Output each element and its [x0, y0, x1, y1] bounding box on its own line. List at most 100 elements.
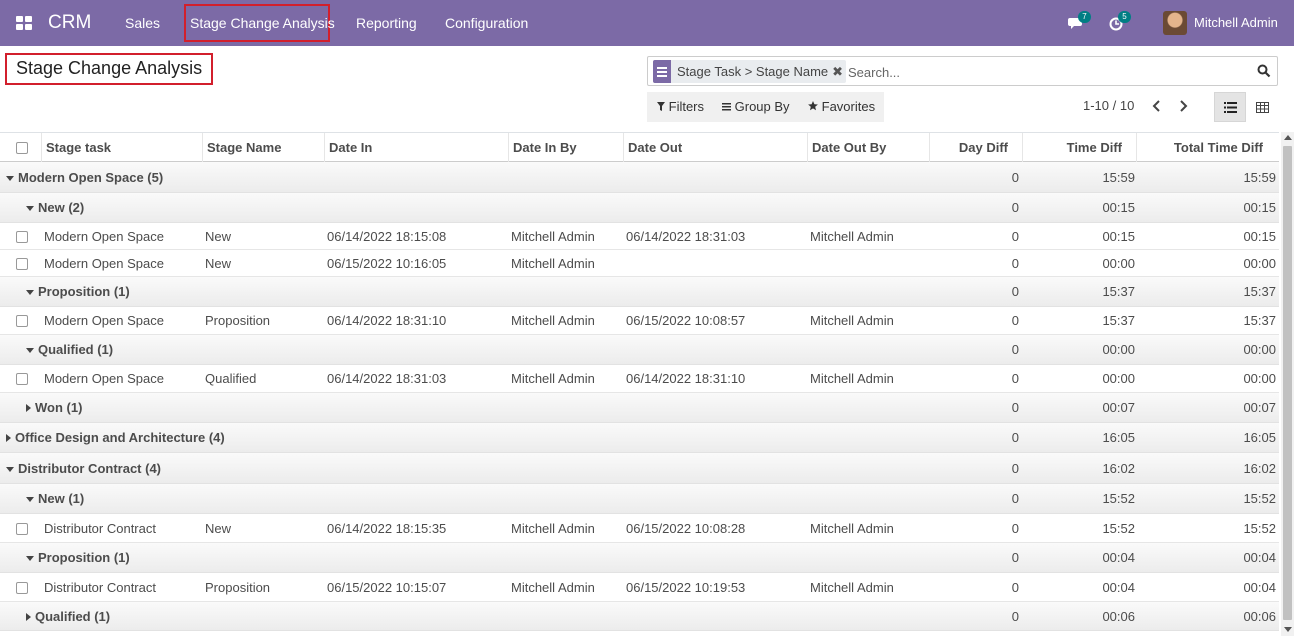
table-row[interactable]: Distributor Contract New 06/14/2022 18:15:… — [0, 514, 1279, 543]
column-time-diff[interactable]: Time Diff — [1022, 133, 1136, 162]
group-by-button[interactable]: Group By — [722, 99, 790, 114]
cell-stage-task: Distributor Contract — [44, 521, 156, 536]
messages-badge: 7 — [1078, 11, 1091, 23]
group-row[interactable]: Proposition (1) 0 00:04 00:04 — [0, 543, 1279, 573]
group-row[interactable]: Qualified (1) 0 00:00 00:00 — [0, 335, 1279, 365]
pager-previous-icon[interactable] — [1150, 98, 1164, 114]
page-title: Stage Change Analysis — [16, 58, 203, 78]
scroll-thumb[interactable] — [1283, 146, 1292, 620]
scroll-down-icon[interactable] — [1284, 627, 1292, 632]
search-input[interactable] — [848, 61, 1248, 83]
cell-total-time-diff: 15:52 — [1243, 491, 1276, 506]
user-avatar[interactable] — [1163, 11, 1187, 35]
cell-total-time-diff: 00:15 — [1243, 229, 1276, 244]
row-checkbox[interactable] — [16, 523, 28, 535]
cell-total-time-diff: 15:59 — [1243, 170, 1276, 185]
search-bar: Stage Task > Stage Name ✖ — [647, 56, 1278, 86]
group-label: Modern Open Space (5) — [18, 170, 164, 185]
cell-stage-task: Modern Open Space — [44, 371, 164, 386]
cell-time-diff: 15:52 — [1102, 491, 1135, 506]
cell-day-diff: 0 — [1011, 461, 1019, 476]
table-body: Modern Open Space (5) 0 15:59 15:59 New (2) 0… — [0, 162, 1279, 631]
pager-value[interactable]: 1-10 / 10 — [1083, 98, 1134, 113]
favorites-label: Favorites — [821, 99, 876, 114]
column-date-in-by[interactable]: Date In By — [508, 133, 623, 162]
group-row[interactable]: Proposition (1) 0 15:37 15:37 — [0, 277, 1279, 307]
apps-menu-icon[interactable] — [16, 16, 32, 30]
cell-day-diff: 0 — [1011, 229, 1019, 244]
messages-icon[interactable]: 7 — [1068, 11, 1091, 32]
group-row[interactable]: New (2) 0 00:15 00:15 — [0, 193, 1279, 223]
menu-configuration[interactable]: Configuration — [445, 15, 528, 31]
cell-time-diff: 15:37 — [1102, 284, 1135, 299]
list-view-button[interactable] — [1214, 92, 1246, 122]
cell-total-time-diff: 00:04 — [1243, 580, 1276, 595]
table-row[interactable]: Modern Open Space Proposition 06/14/2022 1… — [0, 307, 1279, 335]
column-date-out-by[interactable]: Date Out By — [807, 133, 929, 162]
row-checkbox[interactable] — [16, 582, 28, 594]
cell-time-diff: 00:04 — [1102, 550, 1135, 565]
cell-date-out-by: Mitchell Admin — [810, 371, 894, 386]
column-date-in[interactable]: Date In — [324, 133, 508, 162]
filters-button[interactable]: Filters — [657, 99, 704, 114]
column-stage-task[interactable]: Stage task — [41, 133, 202, 162]
favorites-button[interactable]: Favorites — [808, 99, 875, 114]
menu-reporting[interactable]: Reporting — [356, 15, 417, 31]
list-icon — [1223, 101, 1237, 113]
group-row[interactable]: Office Design and Architecture (4) 0 16:05… — [0, 423, 1279, 453]
column-date-out[interactable]: Date Out — [623, 133, 807, 162]
row-checkbox[interactable] — [16, 315, 28, 327]
group-by-label: Group By — [734, 99, 790, 114]
group-row[interactable]: Qualified (1) 0 00:06 00:06 — [0, 602, 1279, 631]
group-row[interactable]: New (1) 0 15:52 15:52 — [0, 484, 1279, 514]
cell-total-time-diff: 00:00 — [1243, 256, 1276, 271]
cell-stage-name: New — [205, 229, 232, 244]
cell-date-out-by: Mitchell Admin — [810, 313, 894, 328]
menu-stage-change-analysis[interactable]: Stage Change Analysis — [190, 15, 335, 31]
select-all-checkbox[interactable] — [16, 142, 28, 154]
column-stage-name[interactable]: Stage Name — [202, 133, 324, 162]
cell-day-diff: 0 — [1011, 400, 1019, 415]
cell-time-diff: 15:59 — [1102, 170, 1135, 185]
cell-total-time-diff: 00:00 — [1243, 342, 1276, 357]
vertical-scrollbar[interactable] — [1281, 132, 1294, 636]
cell-date-in: 06/15/2022 10:16:05 — [327, 256, 447, 271]
table-row[interactable]: Modern Open Space New 06/15/2022 10:16:05 M… — [0, 250, 1279, 277]
cell-date-in-by: Mitchell Admin — [511, 256, 595, 271]
cell-time-diff: 00:15 — [1102, 229, 1135, 244]
menu-sales[interactable]: Sales — [125, 15, 160, 31]
facet-remove-icon[interactable]: ✖ — [832, 60, 846, 83]
cell-total-time-diff: 15:37 — [1243, 313, 1276, 328]
column-total-time-diff[interactable]: Total Time Diff — [1136, 133, 1279, 162]
bars-icon — [722, 103, 731, 111]
row-checkbox[interactable] — [16, 231, 28, 243]
caret-down-icon — [6, 467, 14, 472]
search-options-bar: Filters Group By Favorites — [647, 92, 884, 122]
caret-right-icon — [6, 434, 11, 442]
table-row[interactable]: Distributor Contract Proposition 06/15/202… — [0, 573, 1279, 602]
group-label: Proposition (1) — [38, 284, 130, 299]
caret-down-icon — [26, 348, 34, 353]
search-icon[interactable] — [1257, 64, 1271, 78]
cell-date-out-by: Mitchell Admin — [810, 521, 894, 536]
column-day-diff[interactable]: Day Diff — [929, 133, 1022, 162]
table-row[interactable]: Modern Open Space Qualified 06/14/2022 18:… — [0, 365, 1279, 393]
pager-next-icon[interactable] — [1176, 98, 1190, 114]
cell-day-diff: 0 — [1011, 550, 1019, 565]
activities-icon[interactable]: 5 — [1108, 11, 1131, 32]
user-menu-name[interactable]: Mitchell Admin — [1194, 15, 1278, 30]
group-label: New (2) — [38, 200, 85, 215]
group-row[interactable]: Won (1) 0 00:07 00:07 — [0, 393, 1279, 423]
caret-down-icon — [26, 290, 34, 295]
app-brand[interactable]: CRM — [48, 12, 91, 34]
row-checkbox[interactable] — [16, 373, 28, 385]
cell-total-time-diff: 00:06 — [1243, 609, 1276, 624]
table-row[interactable]: Modern Open Space New 06/14/2022 18:15:08 M… — [0, 223, 1279, 250]
pivot-view-button[interactable] — [1246, 92, 1278, 122]
group-row[interactable]: Modern Open Space (5) 0 15:59 15:59 — [0, 162, 1279, 193]
group-row[interactable]: Distributor Contract (4) 0 16:02 16:02 — [0, 453, 1279, 484]
cell-total-time-diff: 00:15 — [1243, 200, 1276, 215]
cell-time-diff: 00:07 — [1102, 400, 1135, 415]
row-checkbox[interactable] — [16, 258, 28, 270]
scroll-up-icon[interactable] — [1284, 135, 1292, 140]
